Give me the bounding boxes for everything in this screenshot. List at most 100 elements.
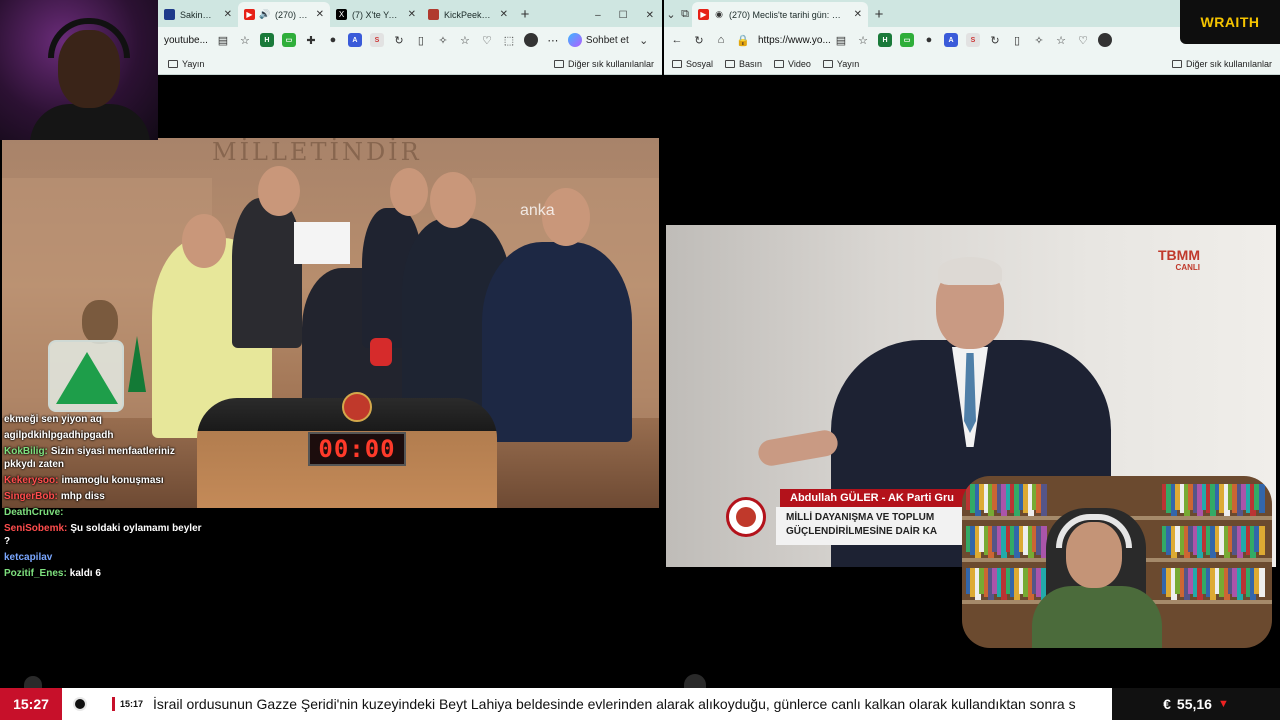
bookmark-basin[interactable]: Basın	[725, 59, 762, 69]
folder-icon	[725, 59, 736, 68]
kickpeek-favicon-icon	[428, 9, 439, 20]
ticker-item-time: 15:17	[120, 699, 144, 709]
chat-button-label: Sohbet et	[585, 34, 629, 46]
bookmark-video[interactable]: Video	[774, 59, 811, 69]
bookmark-label: Yayın	[182, 58, 205, 69]
address-bar[interactable]: youtube...	[164, 35, 208, 46]
maximize-icon[interactable]: ☐	[619, 10, 628, 21]
close-tab-icon[interactable]: ✕	[316, 9, 324, 20]
tab-title: (7) X'te Yavuz A	[352, 9, 400, 20]
chat-message: SeniSobemk: Şu soldaki oylamamı beyler ?	[4, 522, 204, 548]
tab-sakinol[interactable]: SakinOl Haber ✕	[158, 2, 238, 27]
tab-list-chevron-icon[interactable]: ⌄	[664, 2, 678, 27]
sidebar-icon[interactable]: ▯	[414, 33, 428, 47]
favorites-icon[interactable]: ☆	[1054, 33, 1068, 47]
chat-username: ketcapilav	[4, 552, 53, 563]
chat-text: agilpdkihlpgadhipgadh	[4, 430, 114, 441]
close-window-icon[interactable]: ✕	[646, 10, 654, 21]
extension-icon[interactable]: ●	[922, 33, 936, 47]
refresh-extension-icon[interactable]: ↻	[392, 33, 406, 47]
stream-screen: SakinOl Haber ✕ ▶ 🔊 (270) Etimesgut ✕ X …	[0, 0, 1280, 720]
tab-audio-icon[interactable]: ◉	[714, 8, 724, 22]
reload-icon[interactable]: ↻	[692, 33, 706, 47]
heart-icon[interactable]: ♡	[480, 33, 494, 47]
extension-icon[interactable]: S	[966, 33, 980, 47]
chat-username: Kekerysoo:	[4, 475, 59, 486]
extension-icon[interactable]: ▭	[900, 33, 914, 47]
sidebar-icon[interactable]: ▯	[1010, 33, 1024, 47]
tbmm-logo: TBMM CANLI	[1158, 247, 1200, 272]
brand-label: WRAITH	[1200, 14, 1260, 30]
speaker-icon[interactable]: 🔊	[259, 8, 270, 22]
youtube-favicon-icon: ▶	[698, 9, 709, 20]
bookmark-other[interactable]: Diğer sık kullanılanlar	[1171, 59, 1272, 69]
chat-text: mhp diss	[60, 491, 105, 502]
heart-icon[interactable]: ♡	[1076, 33, 1090, 47]
extension-icon[interactable]: ●	[326, 33, 340, 47]
screenshot-icon[interactable]: ⬚	[502, 33, 516, 47]
refresh-extension-icon[interactable]: ↻	[988, 33, 1002, 47]
favorite-star-icon[interactable]: ☆	[238, 33, 252, 47]
close-tab-icon[interactable]: ✕	[224, 9, 232, 20]
tab-youtube-etimesgut[interactable]: ▶ 🔊 (270) Etimesgut ✕	[238, 2, 330, 27]
tab-youtube-meclis[interactable]: ▶ ◉ (270) Meclis'te tarihi gün: Çer ✕	[692, 2, 868, 27]
bookmark-yayin[interactable]: Yayın	[168, 59, 204, 69]
minimize-icon[interactable]: –	[595, 10, 601, 21]
back-arrow-icon[interactable]: ←	[670, 33, 684, 47]
chat-text: kaldı 6	[69, 568, 101, 579]
chevron-down-icon[interactable]: ⌄	[637, 33, 651, 47]
extension-icon[interactable]: S	[369, 33, 384, 47]
chat-username: SeniSobemk:	[4, 523, 68, 534]
podium-timer: 00:00	[308, 432, 406, 466]
more-menu-icon[interactable]: ⋯	[546, 33, 560, 47]
tab-actions-icon[interactable]: ⧉	[678, 2, 692, 27]
bookmark-sosyal[interactable]: Sosyal	[672, 59, 713, 69]
tab-title: (270) Etimesgut	[275, 9, 308, 20]
chat-username: SingerBob:	[4, 491, 58, 502]
copilot-chat-button[interactable]: Sohbet et	[567, 33, 629, 47]
extension-icon[interactable]: H	[259, 33, 274, 47]
profile-avatar-icon[interactable]	[523, 33, 538, 47]
favorite-star-icon[interactable]: ☆	[856, 33, 870, 47]
window-controls: – ☐ ✕	[587, 10, 662, 27]
translate-icon[interactable]: A	[347, 33, 362, 47]
folder-icon	[774, 59, 785, 68]
ticker-clock: 15:27	[0, 688, 62, 720]
news-ticker: 15:27 15:17 İsrail ordusunun Gazze Şerid…	[0, 688, 1280, 720]
commentator-webcam	[962, 476, 1272, 648]
folder-icon	[1171, 59, 1182, 68]
new-tab-icon[interactable]: +	[514, 2, 536, 27]
favorites-icon[interactable]: ☆	[458, 33, 472, 47]
trend-down-icon: ▼	[1217, 698, 1229, 710]
extensions-puzzle-icon[interactable]: ✧	[1032, 33, 1046, 47]
new-tab-icon[interactable]: +	[868, 2, 890, 27]
right-bookmarks-bar: Sosyal Basın Video Yayın Diğer sık kulla…	[664, 53, 1280, 75]
address-bar[interactable]: https://www.yo...	[758, 35, 831, 46]
headphones-icon	[48, 18, 130, 58]
chat-message: SingerBob: mhp diss	[4, 490, 204, 503]
gift-avatar	[82, 300, 118, 344]
bookmark-other[interactable]: Diğer sık kullanılanlar	[553, 59, 654, 69]
extension-icon[interactable]: H	[878, 33, 892, 47]
close-tab-icon[interactable]: ✕	[500, 9, 508, 20]
home-icon[interactable]: ⌂	[714, 33, 728, 47]
chat-message: Kekerysoo: imamoglu konuşması	[4, 474, 204, 487]
tab-kickpeek[interactable]: KickPeek - Real ✕	[422, 2, 514, 27]
tab-title: SakinOl Haber	[180, 9, 216, 20]
tab-x-yavuz[interactable]: X (7) X'te Yavuz A ✕	[330, 2, 422, 27]
extension-icon[interactable]: ▭	[281, 33, 296, 47]
video-control-icon[interactable]	[24, 676, 42, 688]
close-tab-icon[interactable]: ✕	[854, 9, 862, 20]
extensions-puzzle-icon[interactable]: ✧	[436, 33, 450, 47]
split-screen-icon[interactable]: ▤	[834, 33, 848, 47]
webcam-shirt	[30, 104, 150, 140]
bookmark-label: Video	[788, 58, 811, 69]
folder-icon	[553, 59, 564, 68]
channel-name: TBMM	[1158, 247, 1200, 263]
bookmark-yayin[interactable]: Yayın	[822, 59, 859, 69]
translate-icon[interactable]: A	[944, 33, 958, 47]
split-screen-icon[interactable]: ▤	[216, 33, 230, 47]
profile-avatar-icon[interactable]	[1098, 33, 1112, 47]
close-tab-icon[interactable]: ✕	[408, 9, 416, 20]
extension-icon[interactable]: ✚	[304, 33, 318, 47]
